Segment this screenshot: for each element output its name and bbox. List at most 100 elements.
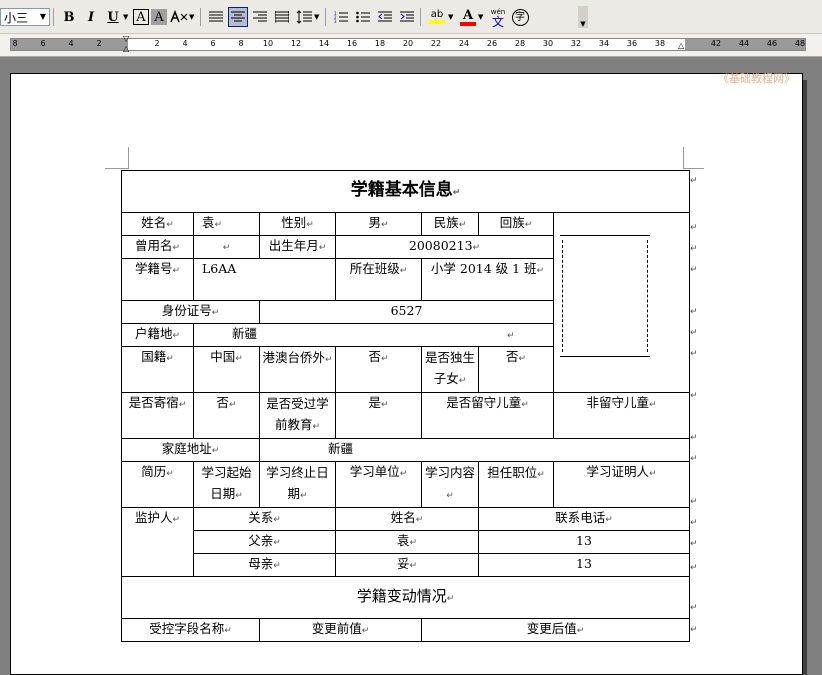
class-value[interactable]: 小学 2014 级 1 班↵ [421,258,554,301]
resume-header-content: 学习内容↵ [421,461,479,508]
underline-button[interactable]: U [103,7,123,27]
paragraph-mark: ↵ [452,187,461,198]
ruler-tick-label: 34 [598,39,610,48]
ruler-tick-label: 22 [430,39,442,48]
boarding-label: 是否寄宿↵ [121,392,194,439]
overseas-label: 港澳台侨外↵ [259,346,336,393]
scaling-dropdown-icon[interactable]: ▼ [189,13,197,21]
character-border-button[interactable]: A [133,9,149,25]
former-name-value[interactable]: ↵ [193,235,260,259]
ruler-tick-label: 32 [570,39,582,48]
nationality-label: 国籍↵ [121,346,194,393]
right-indent-marker-icon[interactable]: △ [678,41,684,50]
increase-indent-button[interactable] [397,7,417,27]
ruler-tick-label: 48 [794,39,806,48]
ruler-tick-label: 2 [96,39,102,48]
end-of-row-mark: ↵ [690,307,698,317]
decrease-indent-button[interactable] [375,7,395,27]
decrease-indent-icon [378,11,392,22]
numbering-button[interactable]: 123 [331,7,351,27]
only-child-value[interactable]: 否↵ [478,346,554,393]
page-shadow [803,80,807,675]
ruler-tick-label: 8 [238,39,244,48]
highlight-button[interactable]: ab [426,7,448,27]
line-spacing-dropdown-icon[interactable]: ▼ [314,13,322,21]
birth-value[interactable]: 20080213↵ [335,235,554,259]
ruler-tick-label: 8 [12,39,18,48]
align-right-button[interactable] [250,7,270,27]
household-value[interactable]: 新疆 ↵ [193,323,554,347]
crop-mark [684,168,704,169]
photo-cell[interactable] [553,212,690,393]
class-label: 所在班级↵ [335,258,422,301]
line-spacing-icon [296,10,312,24]
guardian-name[interactable]: 妥↵ [335,553,479,577]
increase-indent-icon [400,11,414,22]
font-color-button[interactable]: A [458,7,478,27]
preschool-value[interactable]: 是↵ [335,392,422,439]
font-size-select[interactable]: 小三 ▼ [0,8,50,26]
phonetic-char: 文 [491,15,504,29]
chevron-down-icon[interactable]: ▼ [37,9,49,25]
ethnicity-label: 民族↵ [421,212,479,236]
ruler-tick-label: 4 [68,39,74,48]
end-of-row-mark: ↵ [690,349,698,359]
first-line-indent-marker-icon[interactable]: ▽ [123,34,129,43]
left-behind-value[interactable]: 非留守儿童↵ [553,392,690,439]
changes-title: 学籍变动情况 [356,586,447,605]
address-value[interactable]: 新疆 [259,438,690,462]
student-no-value[interactable]: L6AA [193,258,336,301]
resume-header-unit: 学习单位↵ [335,461,422,508]
ethnicity-value[interactable]: 回族↵ [478,212,554,236]
guardian-name[interactable]: 袁↵ [335,530,479,554]
phonetic-guide-button[interactable]: wén 文 [488,7,508,29]
guardian-relation[interactable]: 母亲↵ [193,553,336,577]
underline-dropdown-icon[interactable]: ▼ [123,13,131,21]
end-of-row-mark: ↵ [690,518,698,528]
hanging-indent-marker-icon[interactable]: △ [123,44,129,53]
overseas-value[interactable]: 否↵ [335,346,422,393]
guardian-phone[interactable]: 13 [478,530,690,554]
boarding-value[interactable]: 否↵ [193,392,260,439]
align-center-button[interactable] [228,7,248,27]
toolbar-separator [420,8,421,26]
former-name-label: 曾用名↵ [121,235,194,259]
guardian-phone[interactable]: 13 [478,553,690,577]
nationality-value[interactable]: 中国↵ [193,346,260,393]
enclose-characters-icon: 字 [511,8,529,26]
align-right-icon [253,11,267,22]
bullets-button[interactable] [353,7,373,27]
end-of-row-mark: ↵ [690,625,698,635]
align-center-icon [231,11,245,22]
align-justify-button[interactable] [206,7,226,27]
left-behind-label: 是否留守儿童↵ [421,392,554,439]
guardian-label: 监护人↵ [121,507,194,577]
ruler-tick-label: 4 [182,39,188,48]
end-of-row-mark: ↵ [690,563,698,573]
guardian-relation[interactable]: 父亲↵ [193,530,336,554]
ruler-tick-label: 36 [626,39,638,48]
toolbar-options-chevron-icon[interactable]: ▼ [578,6,588,28]
gender-value[interactable]: 男↵ [335,212,422,236]
svg-text:3: 3 [334,19,337,23]
character-shading-button[interactable]: A [151,9,167,25]
italic-button[interactable]: I [81,7,101,27]
font-color-swatch [460,21,476,26]
toolbar-separator [200,8,201,26]
horizontal-ruler[interactable]: 8 6 4 2 2 4 6 8 10 12 14 16 18 20 22 24 26 28 30 32 34 36 38 42… [0,34,822,57]
end-of-row-mark: ↵ [690,265,698,275]
enclose-characters-button[interactable]: 字 [510,7,530,27]
distributed-align-button[interactable] [272,7,292,27]
end-of-row-mark: ↵ [690,328,698,338]
ruler-tick-label: 6 [210,39,216,48]
ruler-tick-label: 6 [40,39,46,48]
bold-button[interactable]: B [59,7,79,27]
font-color-dropdown-icon[interactable]: ▼ [478,13,486,21]
line-spacing-button[interactable] [294,7,314,27]
name-value[interactable]: 袁↵ [193,212,260,236]
id-value[interactable]: 6527 [259,300,554,324]
formatting-toolbar: 小三 ▼ B I U ▼ A A ▼ ▼ 123 ab ▼ A ▼ wén 文 字 … [0,0,822,34]
highlight-dropdown-icon[interactable]: ▼ [448,13,456,21]
character-scaling-icon[interactable] [169,7,189,27]
ruler-tick-label: 18 [374,39,386,48]
